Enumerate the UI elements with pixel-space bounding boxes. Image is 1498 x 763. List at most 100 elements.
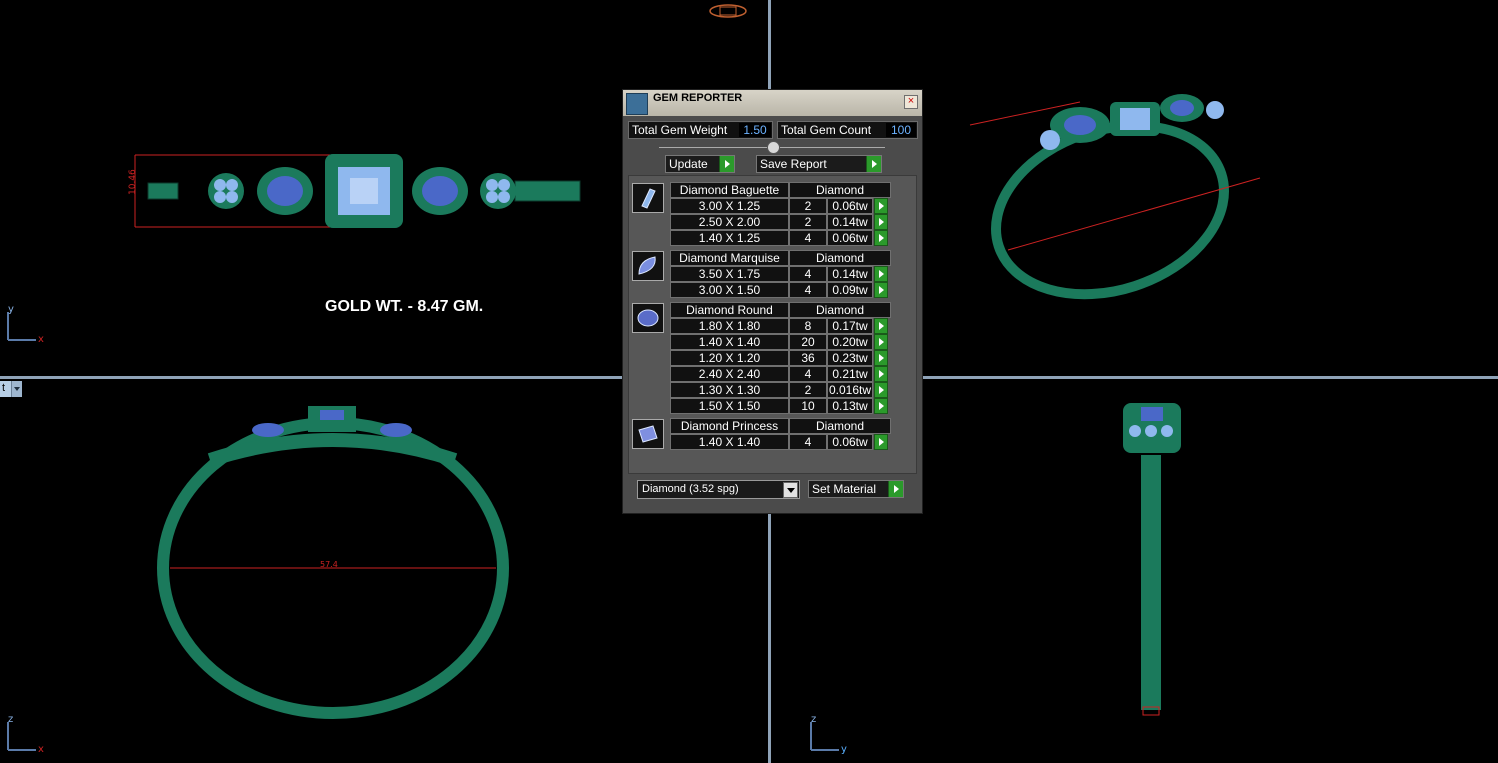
gem-count-cell: 2 [789, 214, 827, 230]
select-gem-button[interactable] [874, 282, 888, 298]
material-select[interactable]: Diamond (3.52 spg) [637, 480, 800, 499]
play-icon [719, 156, 734, 172]
gem-size-cell: 3.50 X 1.75 [670, 266, 789, 282]
gem-weight-cell: 0.016tw [827, 382, 873, 398]
gem-count-cell: 4 [789, 282, 827, 298]
gem-group-name: Diamond Round [670, 302, 789, 318]
select-gem-button[interactable] [874, 382, 888, 398]
gem-weight-cell: 0.13tw [827, 398, 873, 414]
ring-side-view [1123, 403, 1181, 716]
total-gem-weight-value: 1.50 [739, 123, 771, 137]
total-gem-count-label: Total Gem Count [781, 123, 872, 137]
select-gem-button[interactable] [874, 350, 888, 366]
gem-group-material: Diamond [789, 182, 891, 198]
save-report-button[interactable]: Save Report [756, 155, 882, 173]
gem-count-cell: 8 [789, 318, 827, 334]
ring-top-view: 10.46 [128, 154, 581, 228]
view-cube-marker[interactable] [706, 2, 750, 20]
gem-group-material: Diamond [789, 250, 891, 266]
gem-list: Diamond Baguette Diamond 3.00 X 1.25 2 0.06t… [628, 175, 917, 474]
gem-group-name: Diamond Princess [670, 418, 789, 434]
panel-titlebar[interactable]: GEM REPORTER × [623, 90, 922, 116]
gem-weight-cell: 0.06tw [827, 230, 873, 246]
gem-weight-cell: 0.14tw [827, 266, 873, 282]
gem-count-cell: 2 [789, 382, 827, 398]
gem-size-cell: 1.40 X 1.40 [670, 334, 789, 350]
gem-count-cell: 2 [789, 198, 827, 214]
select-gem-button[interactable] [874, 198, 888, 214]
svg-text:z: z [8, 714, 13, 725]
axis-gizmo-yz: z y [810, 714, 847, 755]
select-gem-button[interactable] [874, 214, 888, 230]
gem-size-cell: 2.40 X 2.40 [670, 366, 789, 382]
set-material-button[interactable]: Set Material [808, 480, 904, 498]
dimension-height-label: 10.46 [128, 169, 138, 195]
svg-text:y: y [8, 304, 14, 315]
gem-count-cell: 10 [789, 398, 827, 414]
axis-gizmo-xy: y x [7, 304, 44, 345]
ring-perspective-view [969, 94, 1261, 300]
gem-group-material: Diamond [789, 302, 891, 318]
gem-weight-cell: 0.17tw [827, 318, 873, 334]
gem-weight-cell: 0.21tw [827, 366, 873, 382]
gem-count-cell: 4 [789, 366, 827, 382]
select-gem-button[interactable] [874, 398, 888, 414]
total-gem-count: Total Gem Count 100 [777, 121, 918, 139]
total-gem-weight: Total Gem Weight 1.50 [628, 121, 773, 139]
marquise-icon [638, 256, 656, 275]
chevron-down-icon[interactable] [11, 381, 22, 397]
gem-reporter-panel: GEM REPORTER × Total Gem Weight 1.50 Tot… [622, 89, 923, 514]
svg-text:z: z [811, 714, 816, 725]
gem-weight-cell: 0.23tw [827, 350, 873, 366]
gem-size-cell: 1.40 X 1.40 [670, 434, 789, 450]
gem-size-cell: 1.30 X 1.30 [670, 382, 789, 398]
chevron-down-icon[interactable] [783, 482, 798, 498]
gem-size-cell: 1.50 X 1.50 [670, 398, 789, 414]
select-gem-button[interactable] [874, 266, 888, 282]
svg-text:y: y [841, 744, 847, 755]
round-icon [632, 303, 664, 333]
gem-size-cell: 3.00 X 1.25 [670, 198, 789, 214]
select-gem-button[interactable] [874, 318, 888, 334]
princess-icon [632, 419, 664, 449]
princess-icon [638, 425, 658, 443]
gem-group-name: Diamond Marquise [670, 250, 789, 266]
baguette-icon [632, 183, 664, 213]
select-gem-button[interactable] [874, 230, 888, 246]
play-icon [866, 156, 881, 172]
gem-weight-cell: 0.06tw [827, 434, 873, 450]
gem-group-name: Diamond Baguette [670, 182, 789, 198]
viewport-menu-tab[interactable]: t [0, 381, 22, 397]
gem-group-material: Diamond [789, 418, 891, 434]
close-icon[interactable]: × [904, 95, 918, 109]
select-gem-button[interactable] [874, 434, 888, 450]
gem-count-cell: 20 [789, 334, 827, 350]
gem-size-cell: 1.40 X 1.25 [670, 230, 789, 246]
panel-title: GEM REPORTER [653, 92, 743, 104]
gem-weight-cell: 0.06tw [827, 198, 873, 214]
update-button[interactable]: Update [665, 155, 735, 173]
total-gem-weight-label: Total Gem Weight [632, 123, 728, 137]
gem-weight-cell: 0.09tw [827, 282, 873, 298]
play-icon [888, 481, 903, 497]
axis-gizmo-xz: z x [7, 714, 44, 755]
marquise-icon [632, 251, 664, 281]
splitter-handle[interactable] [767, 141, 780, 154]
gem-count-cell: 36 [789, 350, 827, 366]
gold-weight-label: GOLD WT. - 8.47 GM. [325, 298, 484, 315]
baguette-icon [641, 188, 656, 209]
svg-text:x: x [38, 744, 44, 755]
svg-text:57.4: 57.4 [320, 560, 338, 569]
select-gem-button[interactable] [874, 366, 888, 382]
ring-front-view: 57.4 [157, 406, 509, 719]
svg-text:x: x [38, 334, 44, 345]
gem-reporter-logo-icon [626, 93, 648, 115]
gem-size-cell: 2.50 X 2.00 [670, 214, 789, 230]
round-icon [637, 309, 659, 327]
gem-weight-cell: 0.20tw [827, 334, 873, 350]
gem-count-cell: 4 [789, 230, 827, 246]
gem-size-cell: 1.80 X 1.80 [670, 318, 789, 334]
gem-size-cell: 3.00 X 1.50 [670, 282, 789, 298]
select-gem-button[interactable] [874, 334, 888, 350]
gem-size-cell: 1.20 X 1.20 [670, 350, 789, 366]
